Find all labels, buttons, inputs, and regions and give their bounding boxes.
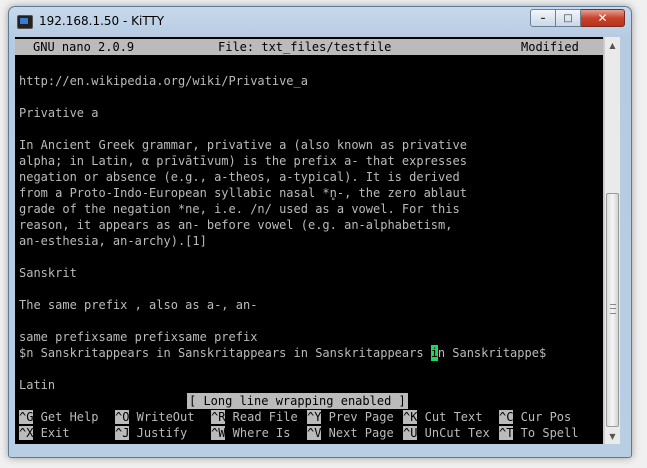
shortcut-justify[interactable]: ^J Justify [115, 425, 187, 441]
shortcut-label: Justify [129, 426, 188, 440]
grip-icon [610, 304, 616, 314]
text-line: In Ancient Greek grammar, privative a (a… [19, 138, 467, 152]
scroll-up-button[interactable]: ▲ [605, 37, 620, 53]
scroll-down-button[interactable]: ▼ [605, 428, 620, 444]
text-line: The same prefix , also as a-, an- [19, 298, 258, 312]
arrow-up-icon: ▲ [609, 40, 616, 50]
shortcut-key: ^K [403, 410, 418, 424]
shortcut-key: ^T [499, 426, 514, 440]
shortcut-writeout[interactable]: ^O WriteOut [115, 409, 194, 425]
minimize-button[interactable]: – [530, 9, 556, 27]
text-line: Latin [19, 378, 56, 392]
shortcut-label: Prev Page [321, 410, 394, 424]
title-bar[interactable]: 192.168.1.50 - KiTTY – □ ✕ [9, 7, 631, 37]
shortcut-key: ^J [115, 426, 130, 440]
window-title: 192.168.1.50 - KiTTY [39, 14, 165, 28]
shortcut-label: WriteOut [129, 410, 195, 424]
text-after-cursor: n Sanskritappe$ [437, 346, 547, 360]
scrollbar-thumb[interactable] [606, 193, 619, 427]
minimize-icon: – [540, 12, 546, 24]
shortcut-next-page[interactable]: ^V Next Page [307, 425, 394, 441]
text-line: same prefixsame prefixsame prefix [19, 330, 258, 344]
nano-version: GNU nano 2.0.9 [33, 40, 135, 54]
nano-filename: File: txt_files/testfile [218, 40, 392, 54]
text-line: Sanskrit [19, 266, 77, 280]
text-line: from a Proto-Indo-European syllabic nasa… [19, 186, 467, 200]
shortcut-key: ^C [499, 410, 514, 424]
text-before-cursor: $n Sanskritappears in Sanskritappears in… [19, 346, 431, 360]
shortcut-where-is[interactable]: ^W Where Is [211, 425, 290, 441]
shortcut-to-spell[interactable]: ^T To Spell [499, 425, 578, 441]
shortcut-label: Where Is [225, 426, 291, 440]
shortcut-row-2: ^X Exit ^J Justify ^W Where Is ^V Next P… [15, 425, 603, 441]
shortcut-label: Exit [33, 426, 70, 440]
close-button[interactable]: ✕ [581, 9, 625, 27]
shortcut-cut-text[interactable]: ^K Cut Text [403, 409, 482, 425]
text-line: an-esthesia, an-archy).[1] [19, 234, 207, 248]
shortcut-key: ^Y [307, 410, 322, 424]
nano-status-message: [ Long line wrapping enabled ] [187, 393, 408, 409]
text-line: grade of the negation *ne, i.e. /n/ used… [19, 202, 460, 216]
shortcut-row-1: ^G Get Help ^O WriteOut ^R Read File ^Y … [15, 409, 603, 425]
shortcut-label: Next Page [321, 426, 394, 440]
shortcut-uncut-text[interactable]: ^U UnCut Tex [403, 425, 490, 441]
shortcut-key: ^V [307, 426, 322, 440]
text-line: reason, it appears as an- before vowel (… [19, 218, 453, 232]
shortcut-label: Read File [225, 410, 298, 424]
shortcut-label: Get Help [33, 410, 99, 424]
text-cursor: i [430, 345, 439, 361]
shortcut-cur-pos[interactable]: ^C Cur Pos [499, 409, 571, 425]
shortcut-key: ^U [403, 426, 418, 440]
text-line: alpha; in Latin, α prīvātīvum) is the pr… [19, 154, 467, 168]
shortcut-label: Cur Pos [513, 410, 572, 424]
shortcut-exit[interactable]: ^X Exit [19, 425, 70, 441]
shortcut-get-help[interactable]: ^G Get Help [19, 409, 98, 425]
text-line: Privative a [19, 106, 99, 120]
maximize-button[interactable]: □ [556, 9, 581, 27]
text-line: negation or absence (e.g., a-theos, a-ty… [19, 170, 460, 184]
nano-header-bar: GNU nano 2.0.9 File: txt_files/testfile … [15, 39, 603, 55]
shortcut-key: ^R [211, 410, 226, 424]
shortcut-label: Cut Text [417, 410, 483, 424]
cursor-line: $n Sanskritappears in Sanskritappears in… [19, 345, 546, 361]
shortcut-prev-page[interactable]: ^Y Prev Page [307, 409, 394, 425]
shortcut-key: ^O [115, 410, 130, 424]
vertical-scrollbar[interactable]: ▲ ▼ [604, 37, 620, 444]
shortcut-read-file[interactable]: ^R Read File [211, 409, 298, 425]
shortcut-key: ^G [19, 410, 34, 424]
shortcut-key: ^W [211, 426, 226, 440]
arrow-down-icon: ▼ [609, 431, 616, 441]
shortcut-key: ^X [19, 426, 34, 440]
terminal-screen[interactable]: GNU nano 2.0.9 File: txt_files/testfile … [15, 37, 603, 444]
maximize-icon: □ [563, 12, 573, 24]
shortcut-label: To Spell [513, 426, 579, 440]
close-icon: ✕ [597, 11, 608, 25]
window-controls: – □ ✕ [530, 9, 625, 27]
shortcut-label: UnCut Tex [417, 426, 490, 440]
kitty-window: 192.168.1.50 - KiTTY – □ ✕ GNU nano 2.0.… [0, 0, 647, 468]
text-line: http://en.wikipedia.org/wiki/Privative_a [19, 74, 308, 88]
nano-modified-flag: Modified [521, 40, 579, 54]
terminal-app-icon[interactable] [17, 15, 33, 29]
